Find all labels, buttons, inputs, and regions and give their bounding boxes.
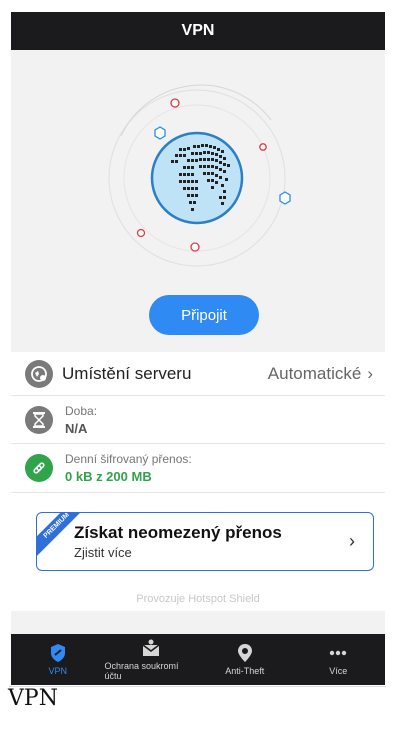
hourglass-icon [25,405,53,434]
tab-account-privacy[interactable]: Ochrana soukromí účtu [105,634,199,685]
tab-more-label: Více [329,666,348,676]
tab-more[interactable]: Více [292,634,386,685]
hero-section: Připojit [11,50,385,352]
chevron-right-icon: › [367,363,373,383]
tab-anti-theft[interactable]: Anti-Theft [198,634,292,685]
app-frame: VPN Připojit Umístění serveru Automatick… [11,12,385,685]
divider [9,686,386,687]
caption-text: VPN [8,686,58,711]
premium-upsell-card[interactable]: PREMIUM Získat neomezený přenos Zjistit … [36,512,374,571]
server-location-row[interactable]: Umístění serveru Automatické › [11,352,385,396]
powered-by-text: Provozuje Hotspot Shield [136,593,260,605]
duration-label: Doba: [65,403,98,418]
promo-area: PREMIUM Získat neomezený přenos Zjistit … [11,493,385,611]
tab-anti-theft-label: Anti-Theft [225,666,265,676]
link-icon [25,454,53,482]
hexagon-node-icon [279,191,291,205]
page-title: VPN [181,22,215,39]
server-location-value[interactable]: Automatické › [268,364,373,384]
location-icon [25,359,53,388]
tab-vpn[interactable]: VPN [11,634,105,685]
duration-texts: Doba: N/A [65,404,97,436]
hexagon-node-icon [154,126,166,140]
traffic-row: Denní šifrovaný přenos: 0 kB z 200 MB [11,444,385,493]
more-dots-icon [330,650,347,656]
connect-button[interactable]: Připojit [149,295,259,335]
traffic-label: Denní šifrovaný přenos: [65,452,192,466]
promo-title: Získat neomezený přenos [74,523,282,542]
traffic-texts: Denní šifrovaný přenos: 0 kB z 200 MB [65,452,192,484]
orbit-dot-red [259,143,267,151]
promo-subtitle: Zjistit více [74,545,132,560]
bottom-tab-bar: VPN Ochrana soukromí účtu Anti-Theft Víc… [11,634,385,685]
duration-row: Doba: N/A [11,396,385,444]
location-pin-icon [237,644,252,662]
duration-value: N/A [65,420,88,436]
orbit-dot-red [136,228,146,238]
status-panel: Umístění serveru Automatické › Doba: N/A… [11,352,385,611]
tab-account-privacy-label: Ochrana soukromí účtu [104,661,179,681]
envelope-icon [142,639,160,656]
server-location-label: Umístění serveru [62,363,192,383]
orbit-dot-red [170,98,180,108]
tab-vpn-label: VPN [48,666,67,676]
server-location-text: Automatické [267,363,362,383]
app-header: VPN [11,12,385,50]
orbit-dot-red [190,242,200,252]
chevron-right-icon: › [349,531,355,551]
traffic-value: 0 kB z 200 MB [65,469,152,484]
shield-icon [50,644,65,662]
